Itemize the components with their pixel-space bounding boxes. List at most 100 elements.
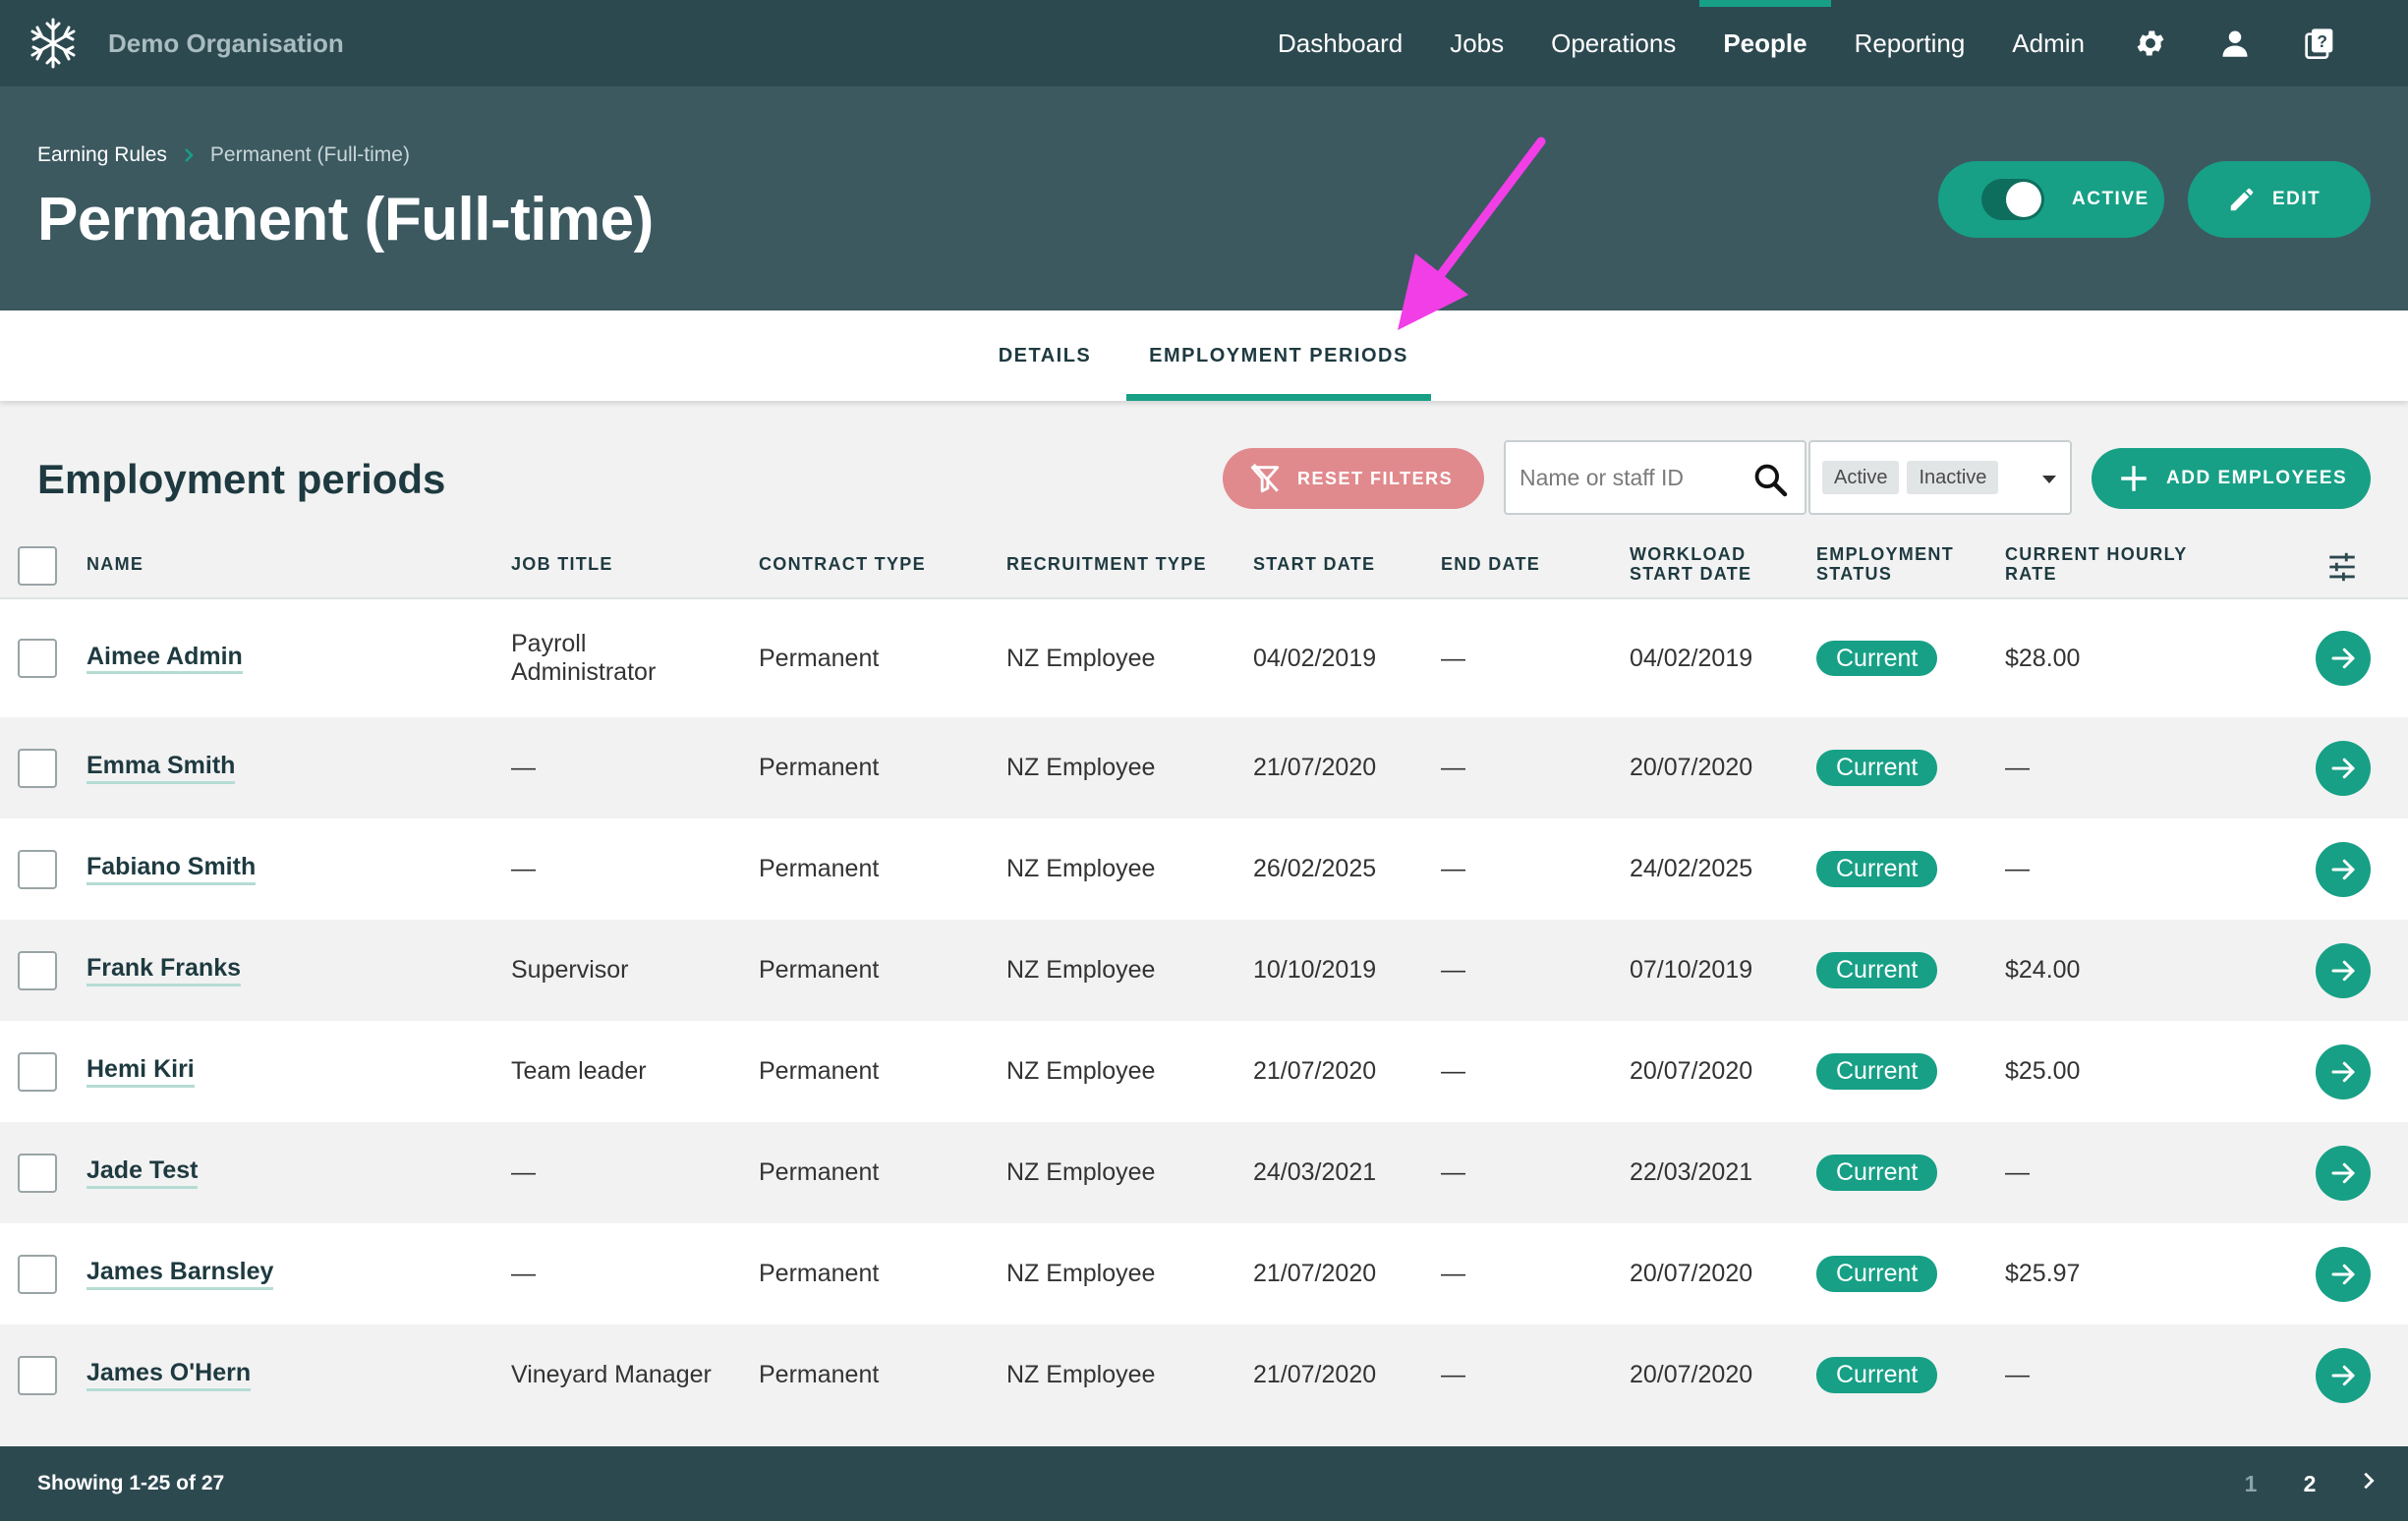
organisation-name[interactable]: Demo Organisation <box>108 28 344 59</box>
page-2-button[interactable]: 2 <box>2280 1471 2339 1497</box>
search-input[interactable] <box>1519 464 1736 491</box>
open-row-button[interactable] <box>2316 631 2371 686</box>
reset-filters-label: RESET FILTERS <box>1297 468 1454 488</box>
breadcrumb-earning-rules[interactable]: Earning Rules <box>37 143 167 167</box>
table-row[interactable]: James Barnsley — Permanent NZ Employee 2… <box>0 1223 2408 1324</box>
column-header-name[interactable]: NAME <box>86 533 303 597</box>
tab-details[interactable]: DETAILS <box>983 310 1107 401</box>
open-row-button[interactable] <box>2316 1043 2371 1099</box>
employment-status-cell: Current <box>1816 1122 1938 1223</box>
help-book-icon[interactable]: ? <box>2301 25 2338 62</box>
row-checkbox[interactable] <box>18 950 57 990</box>
row-checkbox[interactable] <box>18 748 57 788</box>
recruitment-type-cell: NZ Employee <box>1006 1260 1156 1288</box>
status-badge: Current <box>1816 640 1938 677</box>
contract-type-cell: Permanent <box>759 1158 880 1187</box>
column-header-end-date[interactable]: END DATE <box>1441 533 1588 597</box>
column-header-job-title[interactable]: JOB TITLE <box>511 533 727 597</box>
column-header-recruitment-type[interactable]: RECRUITMENT TYPE <box>1006 533 1242 597</box>
column-header-start-date[interactable]: START DATE <box>1253 533 1420 597</box>
row-checkbox[interactable] <box>18 1355 57 1395</box>
status-filter-select[interactable]: Active Inactive <box>1808 440 2072 515</box>
status-badge: Current <box>1816 1256 1938 1292</box>
row-checkbox[interactable] <box>18 849 57 889</box>
toggle-switch[interactable] <box>1981 179 2044 220</box>
reset-filters-button[interactable]: RESET FILTERS <box>1223 448 1484 509</box>
next-page-button[interactable] <box>2339 1470 2398 1497</box>
snowflake-logo-icon[interactable] <box>26 16 81 71</box>
open-row-button[interactable] <box>2316 942 2371 998</box>
employment-status-cell: Current <box>1816 1223 1938 1324</box>
table-row[interactable]: James O'Hern Vineyard Manager Permanent … <box>0 1324 2408 1426</box>
hourly-rate-cell: — <box>2005 1158 2030 1187</box>
employment-status-cell: Current <box>1816 717 1938 818</box>
edit-button[interactable]: EDIT <box>2188 161 2371 238</box>
job-title-cell: Payroll Administrator <box>511 630 657 686</box>
employee-name-link[interactable]: Frank Franks <box>86 920 242 1021</box>
select-all-checkbox[interactable] <box>18 546 57 586</box>
recruitment-type-cell: NZ Employee <box>1006 644 1156 672</box>
status-chip-inactive[interactable]: Inactive <box>1907 461 1999 494</box>
start-date-cell: 21/07/2020 <box>1253 1057 1377 1086</box>
hourly-rate-cell: — <box>2005 754 2030 782</box>
row-checkbox[interactable] <box>18 639 57 678</box>
employment-status-cell: Current <box>1816 1021 1938 1122</box>
column-header-contract-type[interactable]: CONTRACT TYPE <box>759 533 985 597</box>
employee-name-link[interactable]: Jade Test <box>86 1122 199 1223</box>
nav-people[interactable]: People <box>1699 0 1831 86</box>
open-row-button[interactable] <box>2316 1145 2371 1201</box>
caret-down-icon[interactable] <box>2042 476 2056 483</box>
open-row-button[interactable] <box>2316 740 2371 796</box>
open-row-button[interactable] <box>2316 841 2371 897</box>
open-row-button[interactable] <box>2316 1246 2371 1302</box>
contract-type-cell: Permanent <box>759 1260 880 1288</box>
recruitment-type-cell: NZ Employee <box>1006 1057 1156 1086</box>
search-icon[interactable] <box>1751 461 1789 498</box>
pagination-summary: Showing 1-25 of 27 <box>37 1472 225 1494</box>
start-date-cell: 10/10/2019 <box>1253 956 1377 985</box>
column-header-employment-status[interactable]: EMPLOYMENT STATUS <box>1816 533 1974 597</box>
nav-jobs[interactable]: Jobs <box>1450 0 1504 86</box>
nav-admin[interactable]: Admin <box>2012 0 2085 86</box>
nav-reporting[interactable]: Reporting <box>1855 0 1966 86</box>
employee-name-link[interactable]: Fabiano Smith <box>86 818 257 920</box>
workload-start-date-cell: 24/02/2025 <box>1630 855 1753 883</box>
user-icon[interactable] <box>2216 25 2254 62</box>
row-checkbox[interactable] <box>18 1051 57 1092</box>
table-header: NAME JOB TITLE CONTRACT TYPE RECRUITMENT… <box>0 533 2408 599</box>
row-checkbox[interactable] <box>18 1153 57 1193</box>
table-row[interactable]: Fabiano Smith — Permanent NZ Employee 26… <box>0 818 2408 920</box>
employee-name-link[interactable]: Emma Smith <box>86 717 236 818</box>
row-checkbox[interactable] <box>18 1254 57 1294</box>
recruitment-type-cell: NZ Employee <box>1006 1158 1156 1187</box>
nav-operations[interactable]: Operations <box>1551 0 1676 86</box>
add-employees-button[interactable]: ADD EMPLOYEES <box>2092 448 2371 509</box>
table-row[interactable]: Jade Test — Permanent NZ Employee 24/03/… <box>0 1122 2408 1223</box>
employee-name-link[interactable]: Aimee Admin <box>86 599 243 717</box>
page-1-button[interactable]: 1 <box>2221 1471 2280 1497</box>
job-title-cell: Supervisor <box>511 956 629 985</box>
start-date-cell: 21/07/2020 <box>1253 1260 1377 1288</box>
table-row[interactable]: Frank Franks Supervisor Permanent NZ Emp… <box>0 920 2408 1021</box>
employee-name-link[interactable]: James Barnsley <box>86 1223 274 1324</box>
table-row[interactable]: Hemi Kiri Team leader Permanent NZ Emplo… <box>0 1021 2408 1122</box>
arrow-right-icon <box>2331 859 2355 879</box>
status-chip-active[interactable]: Active <box>1822 461 1900 494</box>
table-row[interactable]: Aimee Admin Payroll Administrator Perman… <box>0 599 2408 717</box>
column-header-workload-start-date[interactable]: WORKLOAD START DATE <box>1630 533 1777 597</box>
open-row-button[interactable] <box>2316 1347 2371 1403</box>
table-row[interactable]: Emma Smith — Permanent NZ Employee 21/07… <box>0 717 2408 818</box>
contract-type-cell: Permanent <box>759 1361 880 1389</box>
sliders-icon[interactable] <box>2325 550 2359 584</box>
arrow-right-icon <box>2331 758 2355 778</box>
settings-icon[interactable] <box>2132 25 2169 62</box>
workload-start-date-cell: 04/02/2019 <box>1630 644 1753 672</box>
recruitment-type-cell: NZ Employee <box>1006 1361 1156 1389</box>
employee-name-link[interactable]: Hemi Kiri <box>86 1021 195 1122</box>
employee-name-link[interactable]: James O'Hern <box>86 1324 252 1426</box>
end-date-cell: — <box>1441 754 1465 782</box>
search-field[interactable] <box>1504 440 1806 515</box>
nav-dashboard[interactable]: Dashboard <box>1278 0 1403 86</box>
active-toggle-button[interactable]: ACTIVE <box>1938 161 2164 238</box>
column-header-current-hourly-rate[interactable]: CURRENT HOURLY RATE <box>2005 533 2211 597</box>
